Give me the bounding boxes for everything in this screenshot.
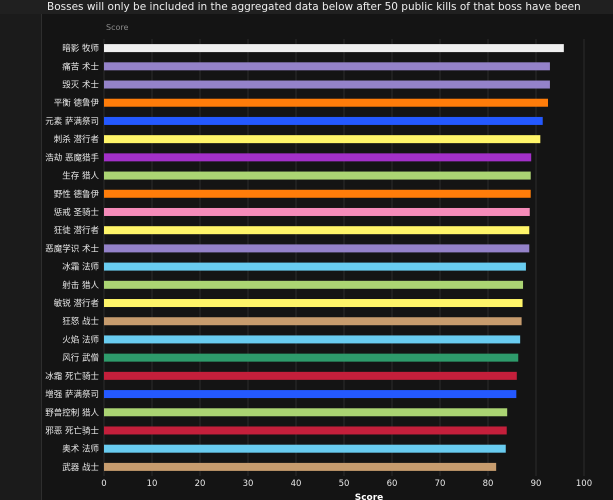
category-label: 武器 战士 [62,462,99,473]
bar [104,189,531,198]
category-label: 暗影 牧师 [62,43,99,54]
x-tick-label: 90 [531,479,542,489]
x-tick-label: 30 [243,479,254,489]
bar [104,335,521,344]
x-tick-label: 80 [483,479,494,489]
x-tick-label: 100 [576,479,592,489]
bar [104,299,523,308]
category-label: 毁灭 术士 [62,80,99,91]
chart-panel: Score 0 10 20 30 40 50 60 70 80 90 100 暗影 牧师痛苦 术士毁灭 … [41,14,613,500]
category-label: 敏锐 潜行者 [54,298,100,309]
bar [104,280,524,289]
x-tick-label: 10 [147,479,158,489]
bar [104,244,530,253]
category-label: 火焰 法师 [62,334,99,345]
bar [104,135,541,144]
x-tick-label: 20 [195,479,206,489]
top-axis-label: Score [106,23,128,32]
bar [104,116,543,125]
category-label: 奥术 法师 [62,444,99,455]
x-tick-label: 50 [339,479,350,489]
bar [104,371,517,380]
notice-banner: Bosses will only be included in the aggr… [0,0,613,27]
bar [104,80,550,89]
category-label: 平衡 德鲁伊 [54,98,100,109]
category-label: 狂怒 战士 [62,316,99,327]
category-label: 野兽控制 猎人 [45,407,99,418]
bar [104,353,519,362]
category-label: 元素 萨满祭司 [45,116,99,127]
bar [104,62,550,71]
category-label: 恶魔学识 术士 [45,243,99,254]
category-label: 浩劫 恶魔猎手 [45,152,99,163]
bar [104,317,522,326]
category-label: 增强 萨满祭司 [45,389,99,400]
bar [104,44,564,53]
bar [104,226,530,235]
category-label: 痛苦 术士 [62,61,99,72]
score-bar-chart: Score 0 10 20 30 40 50 60 70 80 90 100 暗影 牧师痛苦 术士毁灭 … [45,23,592,500]
category-label: 射击 猎人 [62,280,99,291]
bar [104,171,531,180]
x-tick-label: 70 [435,479,446,489]
bar [104,98,548,107]
bar [104,153,532,162]
bar [104,390,517,399]
category-label: 狂徒 潜行者 [54,225,100,236]
category-label: 野性 德鲁伊 [54,189,100,200]
category-label: 邪恶 死亡骑士 [45,425,99,436]
bar [104,426,507,435]
category-label: 生存 猎人 [62,171,99,182]
category-label: 风行 武僧 [62,353,99,364]
category-label: 冰霜 法师 [62,262,99,273]
x-tick-label: 40 [291,479,302,489]
bar [104,262,526,271]
category-label: 刺杀 潜行者 [54,134,100,145]
x-tick-label: 0 [101,479,106,489]
bar [104,207,530,216]
category-label: 惩戒 圣骑士 [54,207,100,218]
x-axis-title: Score [355,493,384,500]
bar [104,462,497,471]
x-tick-label: 60 [387,479,398,489]
category-label: 冰霜 死亡骑士 [45,371,99,382]
bar [104,444,506,453]
bar [104,408,508,417]
